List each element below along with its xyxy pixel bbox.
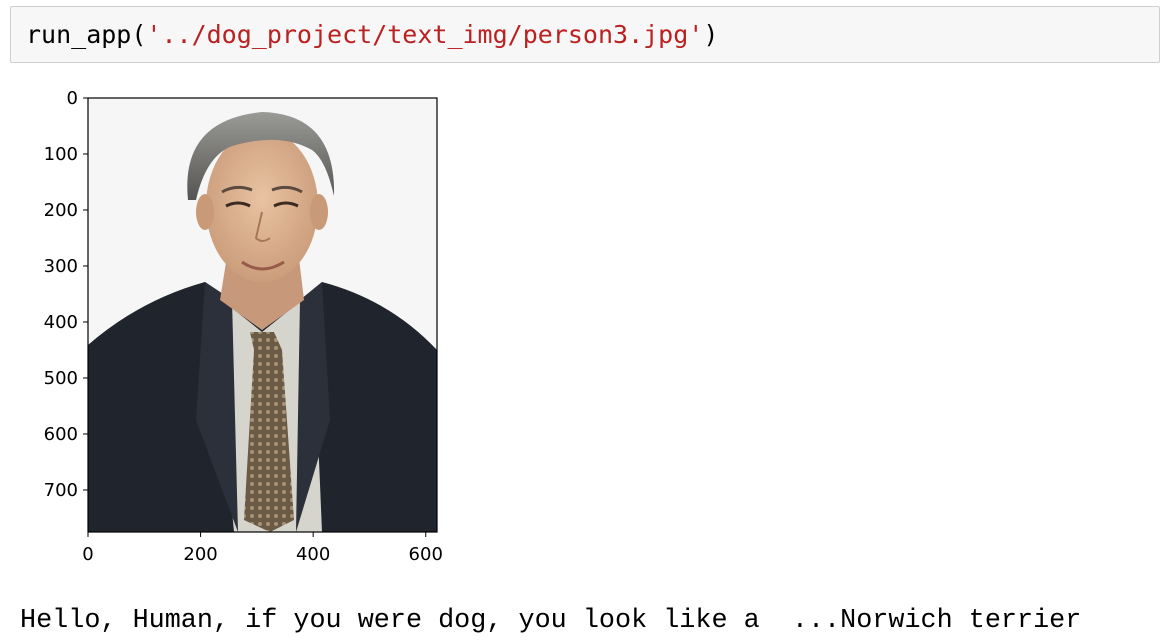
x-tick-label: 200 xyxy=(183,544,217,565)
y-tick-label: 300 xyxy=(44,256,78,277)
output-figure: 0 100 200 300 400 500 600 700 0 200 400 600 xyxy=(44,88,443,565)
y-tick-label: 0 xyxy=(67,88,78,109)
x-tick-label: 600 xyxy=(409,544,443,565)
x-axis: 0 200 400 600 xyxy=(82,532,443,565)
x-tick-label: 0 xyxy=(82,544,93,565)
y-tick-label: 500 xyxy=(44,368,78,389)
y-tick-label: 100 xyxy=(44,144,78,165)
x-tick-label: 400 xyxy=(296,544,330,565)
y-tick-label: 400 xyxy=(44,312,78,333)
y-tick-label: 700 xyxy=(44,480,78,501)
person-photo xyxy=(88,98,437,532)
y-tick-label: 200 xyxy=(44,200,78,221)
y-axis: 0 100 200 300 400 500 600 700 xyxy=(44,88,88,501)
y-tick-label: 600 xyxy=(44,424,78,445)
prediction-output-text: Hello, Human, if you were dog, you look … xyxy=(20,606,1082,636)
